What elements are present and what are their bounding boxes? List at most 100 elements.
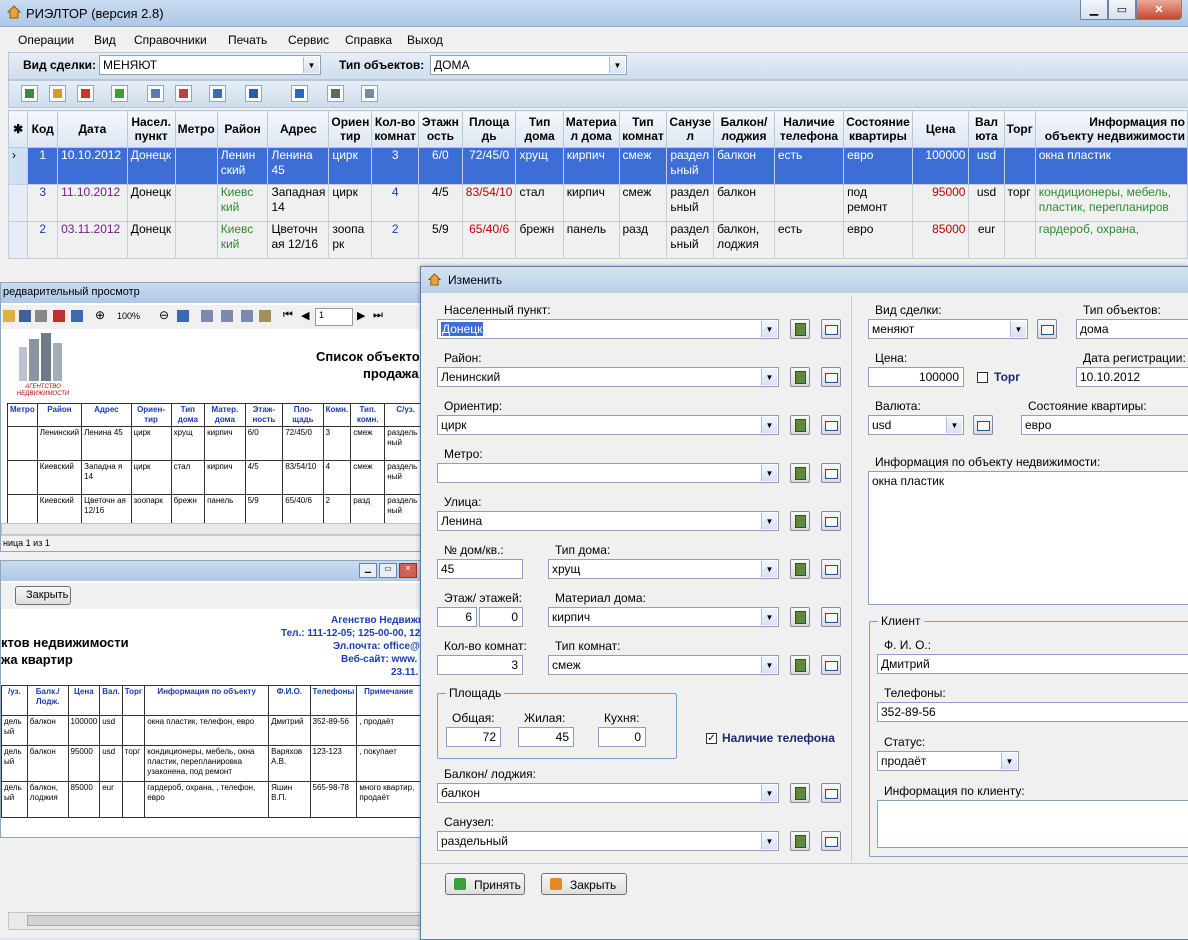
minimize-icon[interactable]: ▁ [359, 563, 377, 578]
reg-date-input[interactable]: 10.10.2012 [1076, 367, 1188, 387]
status-select[interactable]: продаёт ▼ [877, 751, 1019, 771]
search-icon[interactable] [209, 85, 226, 102]
col-header[interactable]: Вал юта [968, 110, 1005, 148]
single-page-icon[interactable] [201, 310, 213, 322]
metro-directory-button[interactable] [821, 463, 841, 483]
col-header[interactable]: Кол-во комнат [371, 110, 420, 148]
deal-select[interactable]: меняют ▼ [868, 319, 1028, 339]
report-close-button[interactable]: Закрыть [15, 586, 71, 605]
users-icon[interactable] [361, 85, 378, 102]
col-header[interactable]: Цена [911, 110, 970, 148]
two-pages-icon[interactable] [221, 310, 233, 322]
add-street-button[interactable] [790, 511, 810, 531]
menu-view[interactable]: Вид [94, 33, 116, 47]
phone-checkbox[interactable]: ✓ [706, 733, 717, 744]
add-city-button[interactable] [790, 319, 810, 339]
refresh-icon[interactable] [111, 85, 128, 102]
zoom-level[interactable]: 100% [117, 311, 140, 321]
delete-record-icon[interactable] [77, 85, 94, 102]
city-directory-button[interactable] [821, 319, 841, 339]
close-icon[interactable]: ✕ [399, 563, 417, 578]
menu-references[interactable]: Справочники [134, 33, 207, 47]
menu-help[interactable]: Справка [345, 33, 392, 47]
rooms-input[interactable]: 3 [437, 655, 523, 675]
tree-view-icon[interactable] [291, 85, 308, 102]
client-info-textarea[interactable] [877, 800, 1188, 848]
add-house-type-button[interactable] [790, 559, 810, 579]
floor-input[interactable]: 6 [437, 607, 477, 627]
col-header[interactable]: Балкон/ лоджия [713, 110, 775, 148]
col-header[interactable]: Санузе л [666, 110, 715, 148]
street-directory-button[interactable] [821, 511, 841, 531]
add-bath-button[interactable] [790, 831, 810, 851]
district-directory-button[interactable] [821, 367, 841, 387]
open-icon[interactable] [3, 310, 15, 322]
row-selector[interactable] [7, 184, 29, 222]
close-button[interactable]: ✕ [1136, 0, 1182, 20]
add-material-button[interactable] [790, 607, 810, 627]
menu-exit[interactable]: Выход [407, 33, 443, 47]
deal-directory-button[interactable] [1037, 319, 1057, 339]
state-input[interactable]: евро [1021, 415, 1188, 435]
material-directory-button[interactable] [821, 607, 841, 627]
pdf-icon[interactable] [53, 310, 65, 322]
table-row[interactable]: 2 03.11.2012 Донецк Киевс кий Цветочн ая… [7, 221, 1188, 259]
col-header[interactable]: Район [216, 110, 269, 148]
room-type-select[interactable]: смеж ▼ [548, 655, 779, 675]
add-landmark-button[interactable] [790, 415, 810, 435]
clear-filter-icon[interactable] [175, 85, 192, 102]
prev-page-icon[interactable]: ◀ [301, 309, 309, 322]
total-area-input[interactable]: 72 [446, 727, 501, 747]
balcony-select[interactable]: балкон ▼ [437, 783, 779, 803]
filter-icon[interactable] [147, 85, 164, 102]
bath-select[interactable]: раздельный ▼ [437, 831, 779, 851]
col-header[interactable]: Метро [174, 110, 218, 148]
material-select[interactable]: кирпич ▼ [548, 607, 779, 627]
next-page-icon[interactable]: ▶ [357, 309, 365, 322]
metro-select[interactable]: ▼ [437, 463, 779, 483]
close-dialog-button[interactable]: Закрыть [541, 873, 627, 895]
add-district-button[interactable] [790, 367, 810, 387]
first-page-icon[interactable]: ⏮ [283, 309, 293, 322]
fio-input[interactable]: Дмитрий [877, 654, 1188, 674]
add-room-type-button[interactable] [790, 655, 810, 675]
room-type-directory-button[interactable] [821, 655, 841, 675]
col-header[interactable]: Тип дома [515, 110, 564, 148]
sort-icon[interactable] [245, 85, 262, 102]
minimize-button[interactable]: ▁ [1080, 0, 1108, 20]
save-icon[interactable] [19, 310, 31, 322]
col-header[interactable]: Состояние квартиры [843, 110, 913, 148]
zoom-in-icon[interactable]: ⊕ [95, 308, 105, 322]
kitchen-area-input[interactable]: 0 [598, 727, 646, 747]
landmark-directory-button[interactable] [821, 415, 841, 435]
menu-operations[interactable]: Операции [18, 33, 74, 47]
col-header[interactable]: Адрес [267, 110, 330, 148]
restore-icon[interactable]: ▭ [379, 563, 397, 578]
zoom-out-icon[interactable]: ⊖ [159, 308, 169, 322]
menu-print[interactable]: Печать [228, 33, 267, 47]
col-header[interactable]: Код [27, 110, 59, 148]
col-header[interactable]: Площа дь [461, 110, 517, 148]
phones-input[interactable]: 352-89-56 [877, 702, 1188, 722]
info-textarea[interactable]: окна пластик [868, 471, 1188, 605]
print-icon[interactable] [35, 310, 47, 322]
house-no-input[interactable]: 45 [437, 559, 523, 579]
add-record-icon[interactable] [21, 85, 38, 102]
balcony-directory-button[interactable] [821, 783, 841, 803]
landmark-select[interactable]: цирк ▼ [437, 415, 779, 435]
floors-total-input[interactable]: 0 [479, 607, 523, 627]
currency-select[interactable]: usd ▼ [868, 415, 964, 435]
fit-page-icon[interactable] [177, 310, 189, 322]
row-selector[interactable]: › [7, 147, 29, 185]
export-icon[interactable] [71, 310, 83, 322]
col-header[interactable]: Ориен тир [328, 110, 373, 148]
last-page-icon[interactable]: ⏭ [373, 309, 383, 322]
house-type-select[interactable]: хрущ ▼ [548, 559, 779, 579]
scroll-thumb[interactable] [27, 915, 427, 926]
add-balcony-button[interactable] [790, 783, 810, 803]
col-header[interactable]: Информация по объекту недвижимости [1034, 110, 1188, 148]
page-input[interactable]: 1 [315, 308, 353, 326]
row-selector[interactable] [7, 221, 29, 259]
preview-scrollbar[interactable] [1, 523, 421, 535]
obj-type-input[interactable]: дома [1076, 319, 1188, 339]
